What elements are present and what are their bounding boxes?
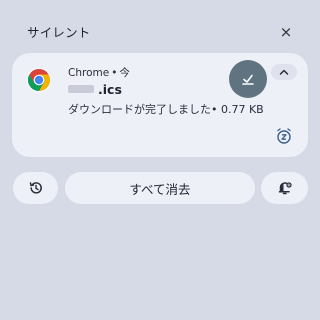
notification-message: ダウンロードが完了しました• 0.77 KB xyxy=(68,103,264,116)
history-button[interactable] xyxy=(13,172,58,204)
notification-meta: Chrome • 今 xyxy=(68,65,130,80)
section-title: サイレント xyxy=(27,25,91,40)
snooze-button[interactable] xyxy=(275,127,293,145)
close-icon: × xyxy=(279,23,293,41)
collapse-button[interactable] xyxy=(271,64,297,80)
chevron-up-icon xyxy=(279,69,289,75)
open-file-button[interactable] xyxy=(229,60,267,98)
section-header: サイレント × xyxy=(0,0,320,60)
app-name: Chrome xyxy=(68,67,110,79)
clear-all-label: すべて消去 xyxy=(129,181,191,197)
notification-filename: .ics xyxy=(98,81,122,97)
notification-time: 今 xyxy=(119,67,130,79)
close-button[interactable]: × xyxy=(276,22,296,42)
file-open-icon xyxy=(242,74,254,85)
notification-settings-icon xyxy=(278,182,292,195)
history-icon xyxy=(29,182,42,194)
filename-row: .ics xyxy=(68,81,122,97)
redacted-filename xyxy=(68,85,94,93)
meta-separator: • xyxy=(111,67,118,79)
clear-all-button[interactable]: すべて消去 xyxy=(65,172,255,204)
chrome-icon xyxy=(27,68,51,92)
notification-settings-button[interactable] xyxy=(261,172,308,204)
snooze-icon xyxy=(277,128,291,144)
notification-card[interactable]: Chrome • 今 .ics ダウンロードが完了しました• 0.77 KB xyxy=(12,53,308,157)
